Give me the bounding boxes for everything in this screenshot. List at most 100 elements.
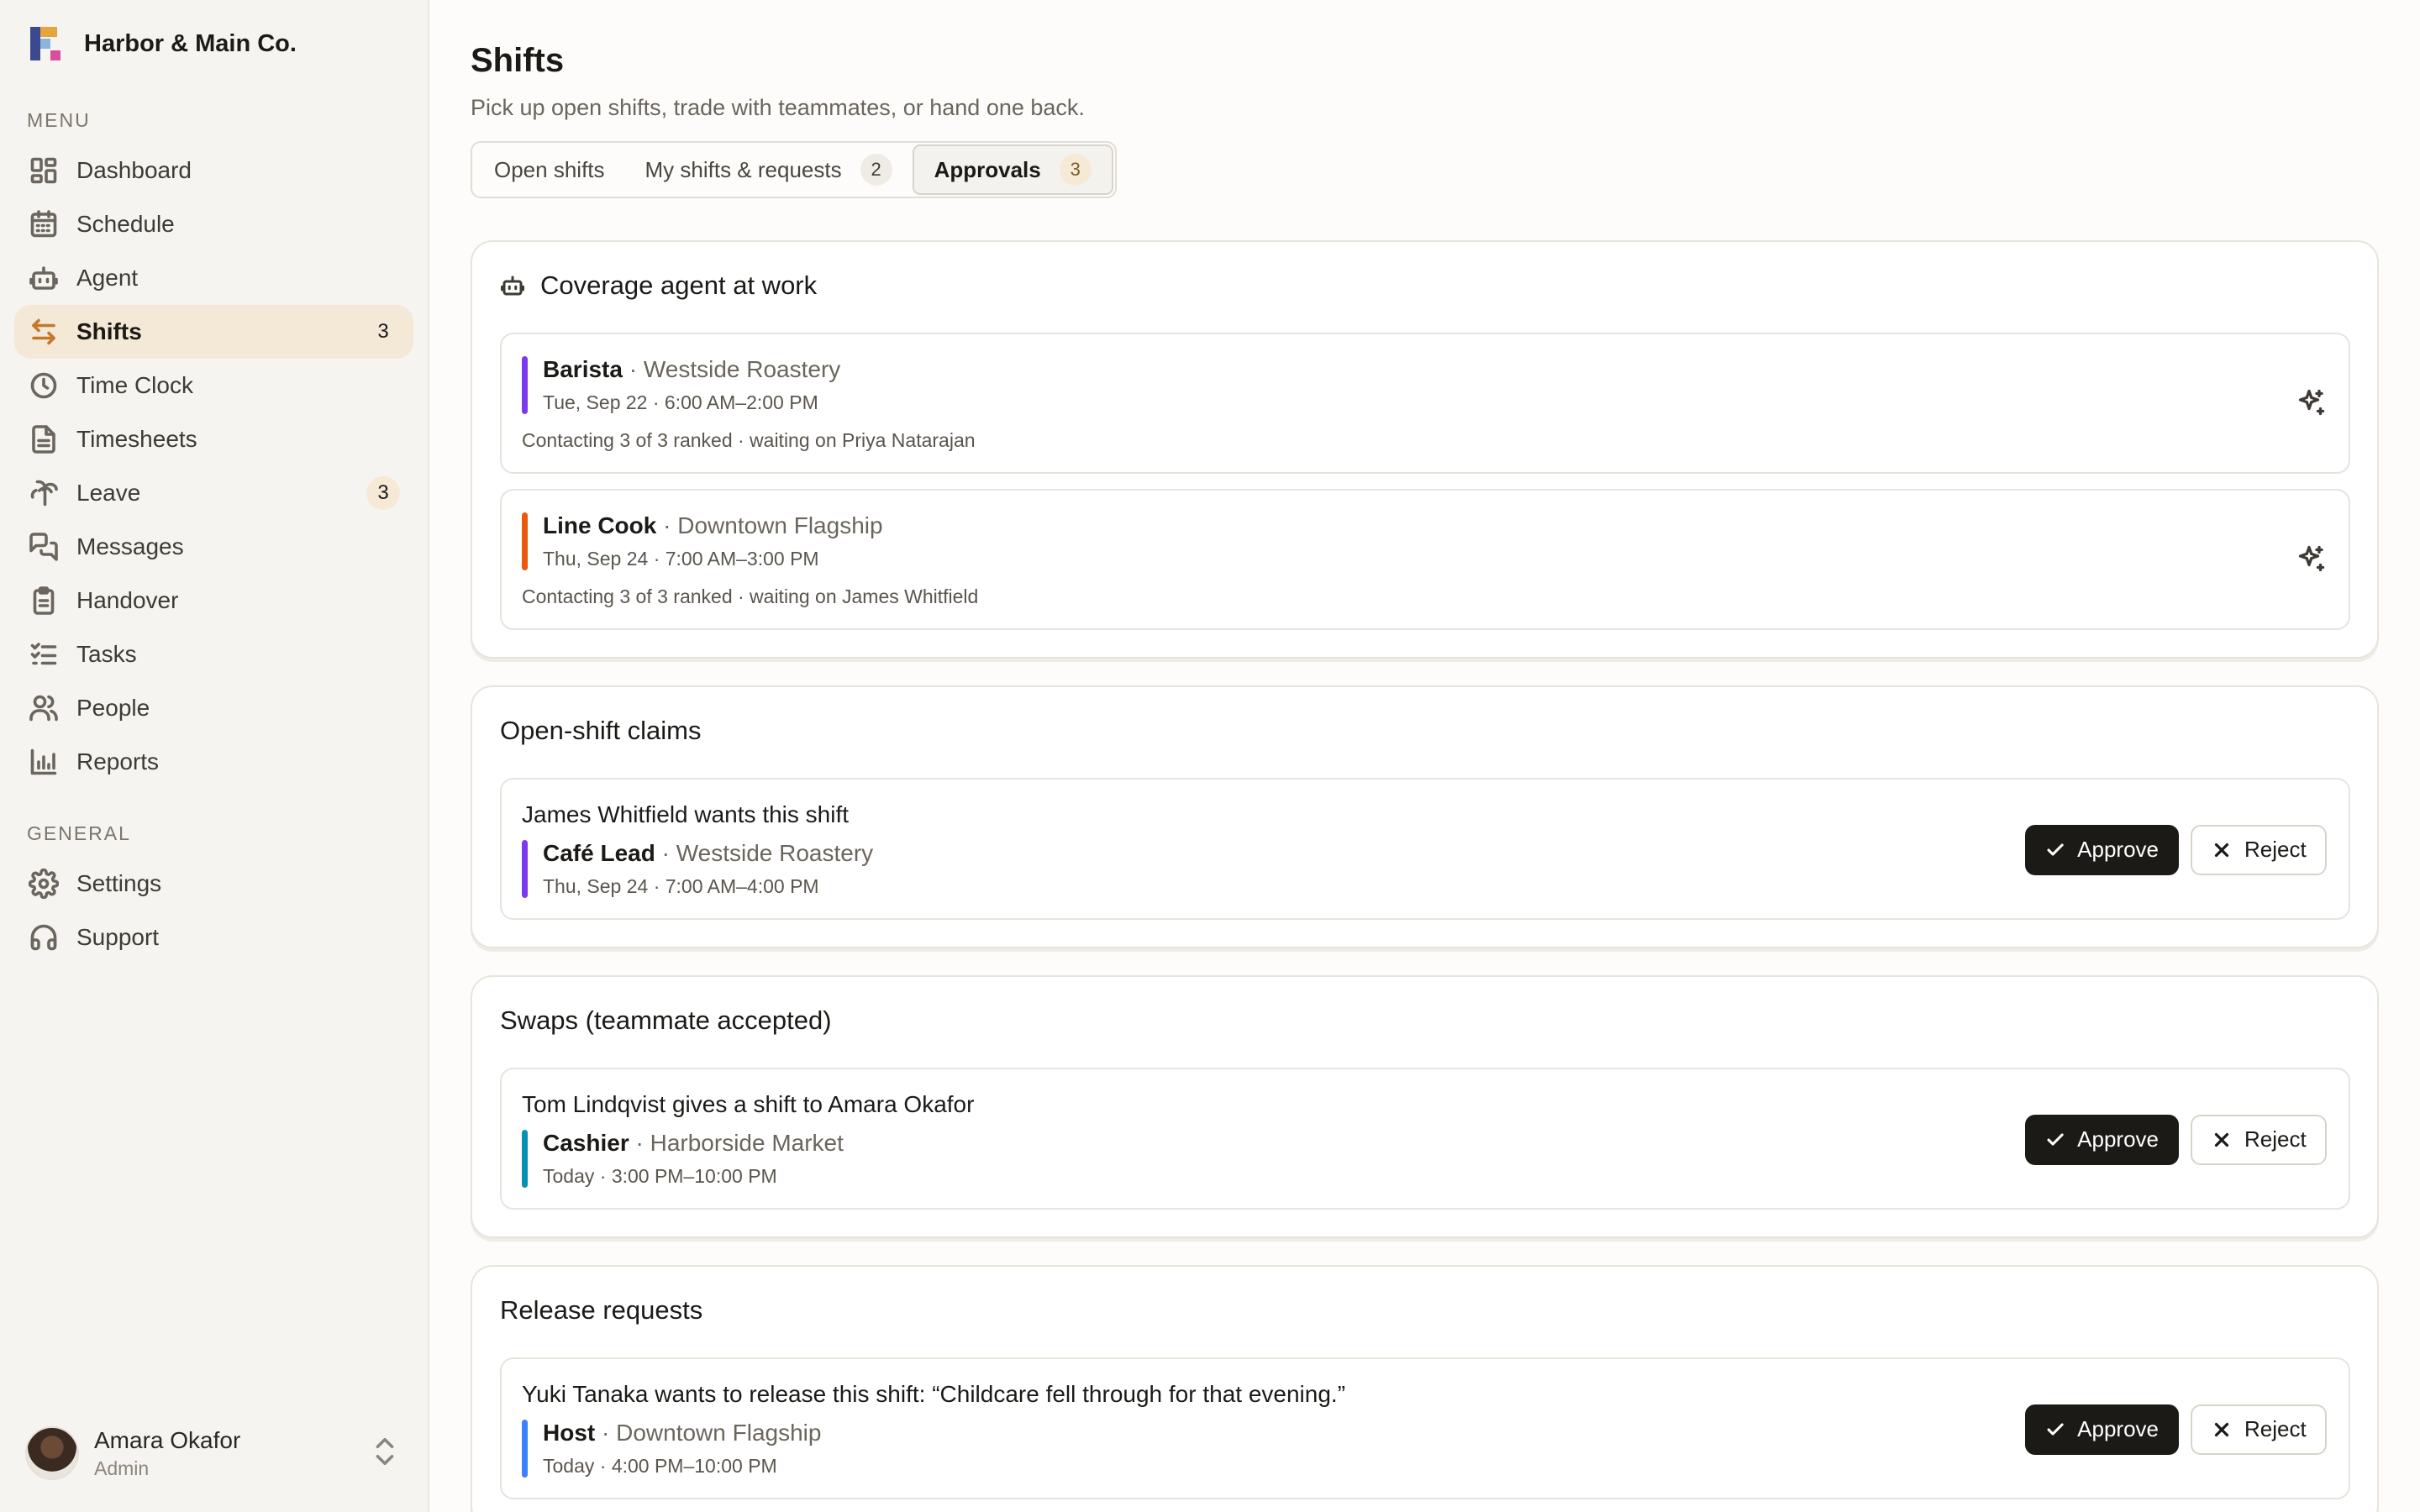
bot-icon: [500, 273, 525, 298]
document-icon: [28, 423, 60, 455]
sidebar-item-label: People: [76, 695, 150, 721]
shift-location: · Westside Roastery: [655, 840, 874, 866]
coverage-card: Line Cook · Downtown Flagship Thu, Sep 2…: [500, 489, 2350, 630]
shifts-count-badge: 3: [377, 320, 389, 343]
shift-summary: Host · Downtown Flagship Today · 4:00 PM…: [522, 1420, 2025, 1478]
shift-time: Thu, Sep 24 · 7:00 AM–4:00 PM: [543, 875, 819, 897]
agent-status: Contacting 3 of 3 ranked · waiting on Ja…: [522, 585, 979, 607]
reject-button[interactable]: Reject: [2191, 1114, 2327, 1165]
bar-chart-icon: [28, 746, 60, 778]
panel-title: Release requests: [500, 1295, 703, 1325]
reject-button[interactable]: Reject: [2191, 824, 2327, 875]
reject-button[interactable]: Reject: [2191, 1404, 2327, 1455]
release-requests-panel: Release requests Yuki Tanaka wants to re…: [471, 1265, 2379, 1512]
swap-arrows-icon: [28, 316, 60, 348]
approval-card: Yuki Tanaka wants to release this shift:…: [500, 1357, 2350, 1499]
shift-summary: Line Cook · Downtown Flagship Thu, Sep 2…: [522, 512, 2296, 570]
user-name: Amara Okafor: [94, 1426, 241, 1453]
reject-label: Reject: [2244, 1416, 2307, 1441]
chat-icon: [28, 531, 60, 563]
card-body: Yuki Tanaka wants to release this shift:…: [522, 1381, 2025, 1478]
reject-label: Reject: [2244, 1126, 2307, 1152]
shift-color-bar: [522, 512, 528, 570]
sidebar-item-messages[interactable]: Messages: [14, 520, 413, 574]
approve-label: Approve: [2077, 1126, 2159, 1152]
panel-header: Swaps (teammate accepted): [500, 1005, 2350, 1036]
user-info: Amara Okafor Admin: [94, 1427, 372, 1480]
shift-role: Cashier: [543, 1130, 629, 1156]
card-body: James Whitfield wants this shift Café Le…: [522, 801, 2025, 898]
panel-header: Coverage agent at work: [500, 270, 2350, 301]
shift-summary: Barista · Westside Roastery Tue, Sep 22 …: [522, 356, 2296, 414]
coverage-card: Barista · Westside Roastery Tue, Sep 22 …: [500, 333, 2350, 474]
main-content: Shifts Pick up open shifts, trade with t…: [429, 0, 2420, 1512]
sidebar-item-people[interactable]: People: [14, 681, 413, 735]
headset-icon: [28, 921, 60, 953]
check-icon: [2047, 1422, 2064, 1436]
tab-approvals[interactable]: Approvals 3: [912, 144, 1113, 195]
shift-location: · Harborside Market: [629, 1130, 844, 1156]
approve-button[interactable]: Approve: [2025, 1404, 2179, 1455]
sidebar-item-shifts[interactable]: Shifts 3: [14, 305, 413, 359]
shift-details: Host · Downtown Flagship Today · 4:00 PM…: [543, 1420, 821, 1478]
sidebar-item-label: Tasks: [76, 641, 137, 667]
close-icon: [2214, 843, 2229, 857]
user-menu[interactable]: Amara Okafor Admin: [25, 1420, 397, 1487]
card-body: Tom Lindqvist gives a shift to Amara Oka…: [522, 1091, 2025, 1188]
approve-label: Approve: [2077, 1416, 2159, 1441]
agent-status: Contacting 3 of 3 ranked · waiting on Pr…: [522, 429, 976, 451]
tab-count-badge: 2: [860, 154, 892, 186]
sidebar-item-schedule[interactable]: Schedule: [14, 197, 413, 251]
check-icon: [2047, 1132, 2064, 1146]
sidebar-item-dashboard[interactable]: Dashboard: [14, 144, 413, 197]
gear-icon: [28, 868, 60, 900]
general-nav: Settings Support: [0, 857, 428, 964]
sidebar-item-reports[interactable]: Reports: [14, 735, 413, 789]
user-role: Admin: [94, 1457, 150, 1479]
shift-tabs: Open shifts My shifts & requests 2 Appro…: [471, 141, 1117, 198]
shift-color-bar: [522, 356, 528, 414]
tab-label: My shifts & requests: [644, 156, 842, 182]
brand[interactable]: Harbor & Main Co.: [0, 0, 428, 87]
panel-title: Coverage agent at work: [540, 270, 818, 300]
panel-title: Open-shift claims: [500, 716, 702, 745]
shift-color-bar: [522, 1130, 528, 1188]
avatar: [25, 1426, 79, 1480]
card-actions: Approve Reject: [2025, 1114, 2327, 1165]
shift-details: Line Cook · Downtown Flagship Thu, Sep 2…: [543, 512, 883, 570]
sidebar-item-timesheets[interactable]: Timesheets: [14, 412, 413, 466]
sidebar-item-support[interactable]: Support: [14, 911, 413, 964]
shift-role: Line Cook: [543, 512, 657, 538]
sidebar-item-tasks[interactable]: Tasks: [14, 627, 413, 681]
approve-button[interactable]: Approve: [2025, 824, 2179, 875]
sparkles-icon[interactable]: [2296, 387, 2327, 422]
open-shift-claims-panel: Open-shift claims James Whitfield wants …: [471, 685, 2379, 948]
chevron-up-down-icon[interactable]: [372, 1435, 397, 1473]
shift-time: Today · 4:00 PM–10:00 PM: [543, 1455, 777, 1477]
sidebar-item-label: Leave: [76, 480, 141, 506]
sidebar-item-settings[interactable]: Settings: [14, 857, 413, 911]
sidebar-item-label: Dashboard: [76, 157, 192, 183]
panel-header: Release requests: [500, 1295, 2350, 1326]
tab-open-shifts[interactable]: Open shifts: [474, 144, 625, 195]
approve-button[interactable]: Approve: [2025, 1114, 2179, 1165]
panel-header: Open-shift claims: [500, 716, 2350, 746]
sidebar-item-agent[interactable]: Agent: [14, 251, 413, 305]
clipboard-icon: [28, 585, 60, 617]
shift-time: Thu, Sep 24 · 7:00 AM–3:00 PM: [543, 548, 819, 570]
sidebar-item-handover[interactable]: Handover: [14, 574, 413, 627]
close-icon: [2214, 1132, 2229, 1147]
card-actions: Approve Reject: [2025, 1404, 2327, 1455]
request-headline: Yuki Tanaka wants to release this shift:…: [522, 1381, 1346, 1407]
shift-location: · Downtown Flagship: [595, 1420, 822, 1446]
approve-label: Approve: [2077, 837, 2159, 862]
shift-time: Tue, Sep 22 · 6:00 AM–2:00 PM: [543, 391, 818, 413]
tab-label: Approvals: [934, 156, 1041, 182]
main-nav: Dashboard Schedule Agent Shifts 3 Time C…: [0, 144, 428, 789]
brand-logo-icon: [30, 27, 60, 60]
sparkles-icon[interactable]: [2296, 543, 2327, 578]
sidebar-item-leave[interactable]: Leave 3: [14, 466, 413, 520]
dashboard-icon: [28, 155, 60, 186]
sidebar-item-time-clock[interactable]: Time Clock: [14, 359, 413, 412]
tab-my-shifts[interactable]: My shifts & requests 2: [625, 144, 913, 195]
